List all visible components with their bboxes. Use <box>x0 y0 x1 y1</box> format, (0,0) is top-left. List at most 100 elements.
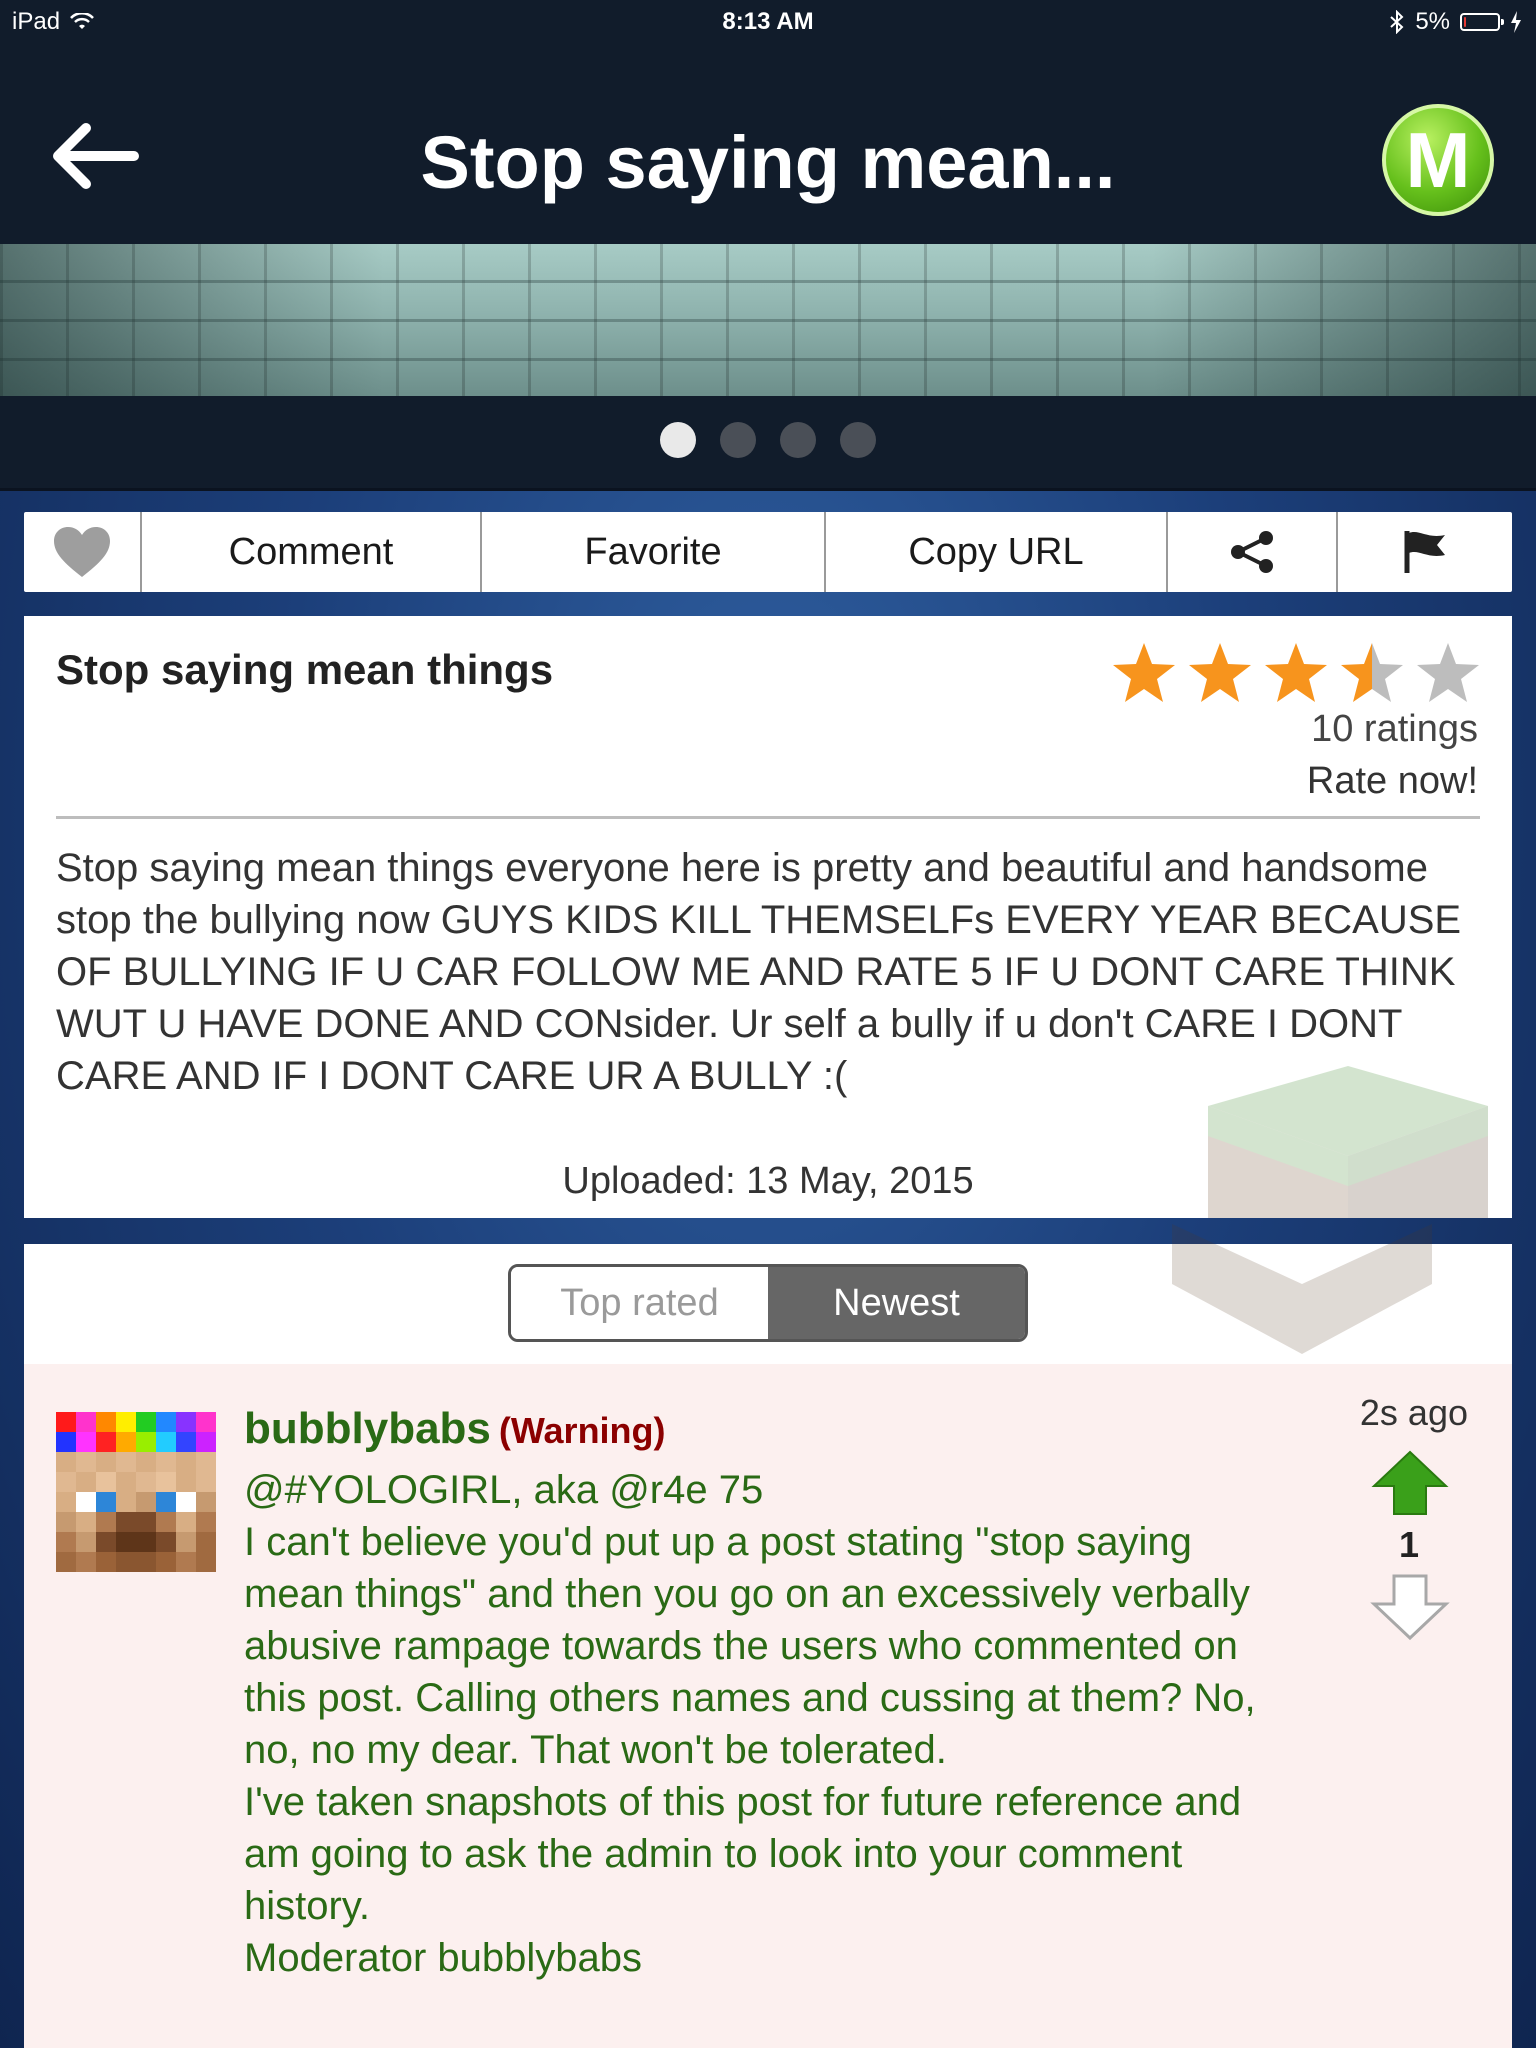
avatar-pixel <box>136 1452 156 1472</box>
avatar-pixel <box>176 1492 196 1512</box>
avatar-pixel <box>76 1552 96 1572</box>
avatar-pixel <box>196 1472 216 1492</box>
avatar-pixel <box>96 1492 116 1512</box>
avatar[interactable] <box>56 1412 216 1572</box>
nav-bar: Stop saying mean... <box>0 44 1536 244</box>
avatar-pixel <box>76 1452 96 1472</box>
avatar-pixel <box>76 1512 96 1532</box>
report-button[interactable] <box>1338 512 1512 592</box>
sort-top-rated[interactable]: Top rated <box>511 1267 768 1339</box>
avatar-pixel <box>156 1512 176 1532</box>
avatar-pixel <box>76 1412 96 1432</box>
avatar-pixel <box>136 1432 156 1452</box>
carousel-dots <box>0 422 1536 458</box>
avatar-pixel <box>56 1512 76 1532</box>
favorite-button[interactable]: Favorite <box>482 512 826 592</box>
avatar-pixel <box>196 1552 216 1572</box>
sort-toggle: Top rated Newest <box>508 1264 1028 1342</box>
comment-username-row: bubblybabs (Warning) <box>244 1404 666 1454</box>
avatar-pixel <box>56 1532 76 1552</box>
avatar-pixel <box>116 1452 136 1472</box>
avatar-pixel <box>196 1432 216 1452</box>
comment-button[interactable]: Comment <box>142 512 482 592</box>
carousel-dot[interactable] <box>660 422 696 458</box>
star-icon[interactable] <box>1186 640 1254 708</box>
bluetooth-icon <box>1390 10 1404 34</box>
avatar-pixel <box>156 1492 176 1512</box>
rating-stars[interactable] <box>1110 640 1482 708</box>
upload-date: Uploaded: 13 May, 2015 <box>562 1160 974 1202</box>
like-button[interactable] <box>24 512 142 592</box>
avatar-pixel <box>56 1452 76 1472</box>
heart-icon <box>54 527 110 577</box>
avatar-pixel <box>156 1552 176 1572</box>
comment-username[interactable]: bubblybabs <box>244 1404 491 1453</box>
share-icon <box>1231 531 1273 573</box>
battery-fill <box>1464 17 1466 27</box>
avatar-pixel <box>56 1552 76 1572</box>
avatar-pixel <box>116 1472 136 1492</box>
banner-shade <box>0 244 1536 396</box>
app-logo[interactable]: M <box>1382 104 1494 216</box>
avatar-pixel <box>176 1432 196 1452</box>
avatar-pixel <box>156 1472 176 1492</box>
grass-block-shadow <box>1162 1224 1442 1364</box>
avatar-pixel <box>196 1452 216 1472</box>
banner-image[interactable] <box>0 244 1536 396</box>
avatar-pixel <box>176 1532 196 1552</box>
carousel-dot[interactable] <box>780 422 816 458</box>
avatar-pixel <box>196 1492 216 1512</box>
avatar-pixel <box>96 1512 116 1532</box>
page-title: Stop saying mean... <box>420 121 1116 204</box>
avatar-pixel <box>196 1532 216 1552</box>
avatar-pixel <box>136 1532 156 1552</box>
avatar-pixel <box>176 1552 196 1572</box>
star-icon[interactable] <box>1414 640 1482 708</box>
avatar-pixel <box>196 1412 216 1432</box>
post-card: Stop saying mean things 10 ratings Rate … <box>24 616 1512 1218</box>
avatar-pixel <box>116 1552 136 1572</box>
copy-url-button[interactable]: Copy URL <box>826 512 1168 592</box>
sort-newest[interactable]: Newest <box>768 1267 1025 1339</box>
rate-now-link[interactable]: Rate now! <box>1307 760 1478 803</box>
status-bar: iPad 8:13 AM 5% <box>0 0 1536 44</box>
comment-timestamp: 2s ago <box>1359 1392 1468 1433</box>
star-icon[interactable] <box>1110 640 1178 708</box>
comment-paragraph: I can't believe you'd put up a post stat… <box>244 1520 1256 1772</box>
avatar-pixel <box>116 1512 136 1532</box>
star-icon[interactable] <box>1262 640 1330 708</box>
avatar-pixel <box>136 1472 156 1492</box>
upvote-button[interactable] <box>1370 1448 1450 1518</box>
avatar-pixel <box>136 1552 156 1572</box>
comment-mention: @#YOLOGIRL, aka @r4e 75 <box>244 1468 764 1512</box>
post-body: Stop saying mean things everyone here is… <box>56 846 1462 1098</box>
charging-icon <box>1511 11 1521 33</box>
avatar-pixel <box>176 1472 196 1492</box>
warning-badge: (Warning) <box>498 1410 666 1451</box>
avatar-pixel <box>156 1432 176 1452</box>
avatar-pixel <box>96 1452 116 1472</box>
share-button[interactable] <box>1168 512 1338 592</box>
avatar-pixel <box>76 1432 96 1452</box>
avatar-pixel <box>96 1552 116 1572</box>
avatar-pixel <box>116 1432 136 1452</box>
action-bar: Comment Favorite Copy URL <box>24 512 1512 592</box>
avatar-pixel <box>176 1412 196 1432</box>
avatar-pixel <box>96 1532 116 1552</box>
arrow-up-icon <box>1371 1450 1449 1515</box>
avatar-pixel <box>176 1512 196 1532</box>
vote-count: 1 <box>1398 1524 1420 1565</box>
logo-letter: M <box>1405 116 1471 204</box>
downvote-button[interactable] <box>1370 1572 1450 1642</box>
flag-icon <box>1404 531 1445 573</box>
carousel-dot[interactable] <box>840 422 876 458</box>
avatar-pixel <box>96 1412 116 1432</box>
avatar-pixel <box>176 1452 196 1472</box>
battery-percent: 5% <box>1415 8 1450 35</box>
avatar-pixel <box>56 1412 76 1432</box>
status-time: 8:13 AM <box>722 8 814 35</box>
star-icon[interactable] <box>1338 640 1406 708</box>
carousel-dot[interactable] <box>720 422 756 458</box>
avatar-pixel <box>116 1492 136 1512</box>
avatar-pixel <box>116 1532 136 1552</box>
